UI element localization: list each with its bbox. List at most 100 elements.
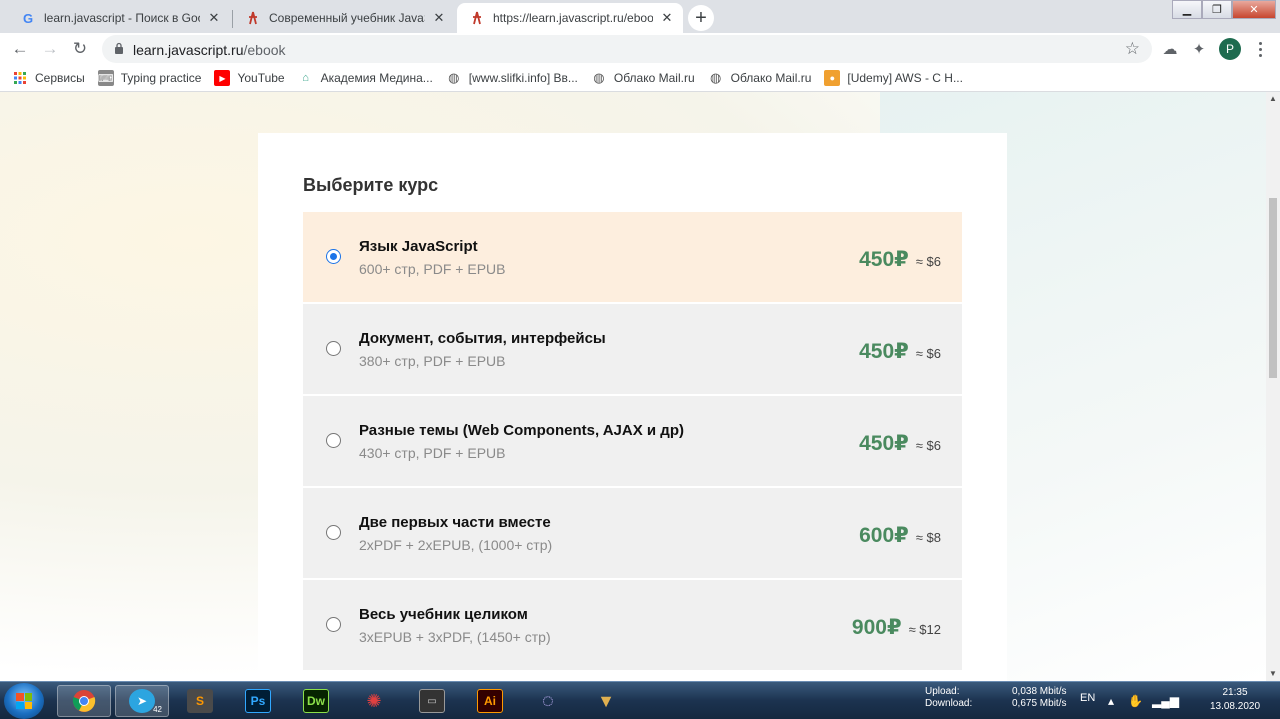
- course-price-usd: ≈ $6: [915, 346, 941, 361]
- antivirus-tray-icon[interactable]: ✋: [1128, 694, 1143, 708]
- terminal-icon: ▭: [419, 689, 445, 713]
- bookmark-youtube[interactable]: ▶ YouTube: [214, 70, 285, 86]
- telegram-unread-badge: 42: [153, 705, 162, 714]
- bookmark-star-icon[interactable]: ☆: [1125, 39, 1140, 59]
- learn-js-icon: [245, 10, 261, 26]
- tab-google-search[interactable]: G learn.javascript - Поиск в Google ✕: [8, 3, 230, 33]
- folder-download-icon: ▼: [597, 690, 615, 711]
- maximize-button[interactable]: ❐: [1202, 0, 1232, 19]
- forward-arrow-icon[interactable]: →: [38, 37, 62, 61]
- taskbar-folder-app[interactable]: ▼: [579, 685, 633, 717]
- course-radio[interactable]: [326, 433, 341, 448]
- bookmarks-bar: Сервисы ⌨ Typing practice ▶ YouTube ⌂ Ак…: [0, 65, 1280, 92]
- taskbar-dreamweaver[interactable]: Dw: [289, 685, 343, 717]
- globe-icon: ◍: [709, 70, 722, 85]
- scroll-down-arrow-icon[interactable]: ▼: [1268, 669, 1278, 679]
- chrome-icon: [71, 689, 97, 713]
- tab-title: Современный учебник JavaScript: [269, 11, 425, 25]
- bookmark-slifki[interactable]: ◍ [www.slifki.info] Вв...: [446, 70, 578, 86]
- tab-title: https://learn.javascript.ru/ebook: [493, 11, 653, 25]
- page-scrollbar[interactable]: ▲ ▼: [1266, 92, 1280, 681]
- course-price-usd: ≈ $6: [915, 254, 941, 269]
- bookmark-udemy[interactable]: ● [Udemy] AWS - С Н...: [824, 70, 963, 86]
- url-text[interactable]: learn.javascript.ru/ebook: [133, 42, 286, 58]
- course-option-misc-topics[interactable]: Разные темы (Web Components, AJAX и др) …: [303, 396, 962, 486]
- course-option-full-tutorial[interactable]: Весь учебник целиком 3xEPUB + 3xPDF, (14…: [303, 580, 962, 670]
- course-price: 600₽: [859, 524, 909, 547]
- taskbar-photoshop[interactable]: Ps: [231, 685, 285, 717]
- course-price-usd: ≈ $8: [915, 530, 941, 545]
- keyboard-icon: ⌨: [97, 70, 114, 86]
- tab-title: learn.javascript - Поиск в Google: [44, 11, 200, 25]
- close-tab-icon[interactable]: ✕: [206, 10, 222, 26]
- download-label: Download:: [925, 698, 973, 709]
- system-clock[interactable]: 21:35 13.08.2020: [1200, 686, 1270, 714]
- bookmark-mail-cloud-1[interactable]: ◍ Облако Mail.ru: [591, 70, 695, 86]
- course-price-usd: ≈ $12: [908, 622, 941, 637]
- taskbar-illustrator[interactable]: Ai: [463, 685, 517, 717]
- minimize-button[interactable]: ▁: [1172, 0, 1202, 19]
- back-arrow-icon[interactable]: ←: [8, 37, 32, 61]
- price-box: 450₽ ≈ $6: [859, 431, 941, 456]
- scroll-up-arrow-icon[interactable]: ▲: [1268, 94, 1278, 104]
- course-price: 900₽: [851, 616, 902, 639]
- globe-icon: ◍: [593, 70, 605, 85]
- volume-icon[interactable]: 🔈︎: [1174, 694, 1181, 709]
- bookmark-label: Облако Mail.ru: [613, 71, 695, 85]
- taskbar-circle-app[interactable]: ◌: [521, 685, 575, 717]
- course-price: 450₽: [859, 248, 909, 271]
- bookmark-academy[interactable]: ⌂ Академия Медина...: [298, 70, 433, 86]
- taskbar-terminal[interactable]: ▭: [405, 685, 459, 717]
- download-value: 0,675 Mbit/s: [1012, 698, 1067, 709]
- lock-icon: [115, 42, 123, 54]
- bookmark-services[interactable]: Сервисы: [12, 70, 85, 86]
- photoshop-icon: Ps: [245, 689, 271, 713]
- browser-toolbar: ← → ↻ learn.javascript.ru/ebook ☆ ☁ ✦ P: [0, 33, 1280, 65]
- address-bar[interactable]: learn.javascript.ru/ebook ☆: [102, 35, 1152, 63]
- course-option-document-events[interactable]: Документ, события, интерфейсы 380+ стр, …: [303, 304, 962, 394]
- tab-learn-js[interactable]: Современный учебник JavaScript ✕: [233, 3, 455, 33]
- url-path: /ebook: [243, 42, 286, 58]
- taskbar-network-app[interactable]: ✺: [347, 685, 401, 717]
- new-tab-button[interactable]: +: [688, 5, 714, 31]
- taskbar-telegram[interactable]: ➤ 42: [115, 685, 169, 717]
- windows-taskbar: ➤ 42 S Ps Dw ✺ ▭ Ai ◌ ▼ Upload: Download…: [0, 681, 1280, 719]
- menu-dots-icon[interactable]: [1252, 39, 1268, 59]
- cloud-extension-icon[interactable]: ☁: [1160, 39, 1180, 59]
- course-option-javascript[interactable]: Язык JavaScript 600+ стр, PDF + EPUB 450…: [303, 212, 962, 302]
- spider-web-icon: ✺: [366, 690, 382, 711]
- close-window-button[interactable]: ✕: [1232, 0, 1276, 19]
- course-radio[interactable]: [326, 249, 341, 264]
- bookmark-typing-practice[interactable]: ⌨ Typing practice: [97, 70, 201, 86]
- page-title: Выберите курс: [303, 175, 439, 195]
- course-name: Разные темы (Web Components, AJAX и др): [359, 422, 684, 439]
- course-meta: 600+ стр, PDF + EPUB: [359, 261, 506, 277]
- course-option-first-two-parts[interactable]: Две первых части вместе 2xPDF + 2xEPUB, …: [303, 488, 962, 578]
- taskbar-sublime[interactable]: S: [173, 685, 227, 717]
- close-tab-icon[interactable]: ✕: [659, 10, 675, 26]
- bookmark-label: [www.slifki.info] Вв...: [468, 71, 578, 85]
- course-radio[interactable]: [326, 525, 341, 540]
- course-radio[interactable]: [326, 617, 341, 632]
- puzzle-extensions-icon[interactable]: ✦: [1189, 39, 1209, 59]
- reload-icon[interactable]: ↻: [68, 37, 92, 61]
- course-price: 450₽: [859, 340, 909, 363]
- taskbar-chrome[interactable]: [57, 685, 111, 717]
- course-selection-card: Выберите курс Язык JavaScript 600+ стр, …: [258, 133, 1007, 681]
- tray-expand-icon[interactable]: ▴: [1108, 694, 1114, 708]
- academy-icon: ⌂: [302, 72, 309, 84]
- page-viewport: Выберите курс Язык JavaScript 600+ стр, …: [0, 92, 1266, 681]
- course-list: Язык JavaScript 600+ стр, PDF + EPUB 450…: [303, 212, 962, 672]
- bookmark-mail-cloud-2[interactable]: ◍ Облако Mail.ru: [708, 70, 811, 86]
- network-values: 0,038 Mbit/s 0,675 Mbit/s: [1012, 686, 1066, 710]
- youtube-icon: ▶: [214, 70, 231, 86]
- tab-ebook[interactable]: https://learn.javascript.ru/ebook ✕: [457, 3, 683, 33]
- course-radio[interactable]: [326, 341, 341, 356]
- profile-avatar[interactable]: P: [1219, 38, 1241, 60]
- scroll-thumb[interactable]: [1269, 198, 1277, 378]
- close-tab-icon[interactable]: ✕: [431, 10, 447, 26]
- language-indicator[interactable]: EN: [1080, 692, 1095, 704]
- course-name: Документ, события, интерфейсы: [359, 330, 606, 347]
- circle-app-icon: ◌: [542, 689, 554, 712]
- start-button[interactable]: [4, 683, 44, 719]
